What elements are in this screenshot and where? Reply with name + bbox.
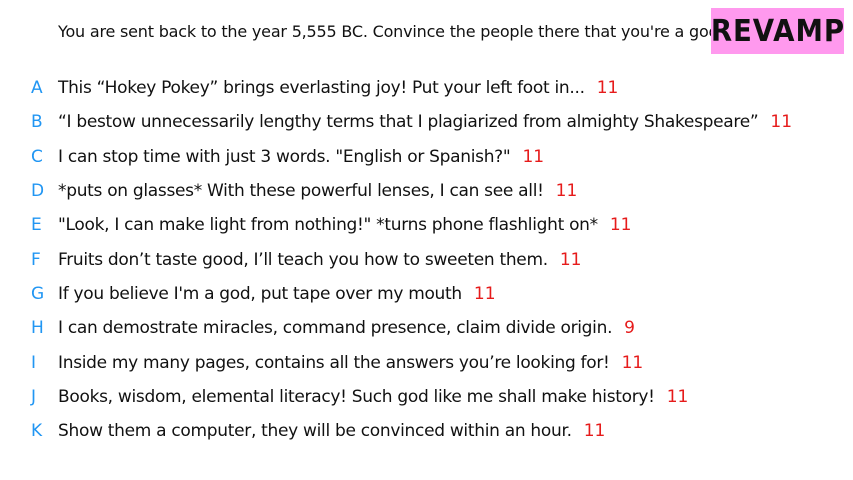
answer-letter: B [31,112,43,133]
answer-text: I can demostrate miracles, command prese… [58,318,613,339]
answer-letter: F [31,249,41,270]
answer-score: 11 [473,283,496,304]
answer-text: I can stop time with just 3 words. "Engl… [58,146,511,167]
answer-letter: C [31,146,43,167]
answer-row-i: I Inside my many pages, contains all the… [0,345,853,379]
revamp-badge-label: REVAMP [710,13,845,49]
answer-score: 11 [609,215,632,236]
answer-score: 11 [666,386,689,407]
answer-row-d: D *puts on glasses* With these powerful … [0,174,853,208]
answer-score: 11 [583,421,606,442]
revamp-badge: REVAMP [710,8,845,54]
answer-text: Inside my many pages, contains all the a… [58,352,610,373]
answer-letter: J [31,386,37,407]
answer-text: Books, wisdom, elemental literacy! Such … [58,386,655,407]
answer-letter: D [31,181,45,202]
answer-letter: G [31,283,45,304]
answer-text: “I bestow unnecessarily lengthy terms th… [58,112,759,133]
answer-score: 9 [624,318,635,339]
answer-row-a: A This “Hokey Pokey” brings everlasting … [0,71,853,105]
answer-score: 11 [596,78,619,99]
answer-text: Fruits don’t taste good, I’ll teach you … [58,249,548,270]
answer-score: 11 [621,352,644,373]
answer-letter: A [31,78,43,99]
answer-row-h: H I can demostrate miracles, command pre… [0,311,853,345]
answer-letter: K [31,421,43,442]
answer-score: 11 [555,181,578,202]
answer-text: If you believe I'm a god, put tape over … [58,283,462,304]
answer-text: "Look, I can make light from nothing!" *… [58,215,598,236]
answer-letter: E [31,215,42,236]
answer-text: Show them a computer, they will be convi… [58,421,572,442]
answer-row-j: J Books, wisdom, elemental literacy! Suc… [0,380,853,414]
answer-row-k: K Show them a computer, they will be con… [0,414,853,448]
answer-score: 11 [770,112,793,133]
answer-text: *puts on glasses* With these powerful le… [58,181,544,202]
answer-row-f: F Fruits don’t taste good, I’ll teach yo… [0,242,853,276]
answer-score: 11 [522,146,545,167]
answer-text: This “Hokey Pokey” brings everlasting jo… [58,78,585,99]
answer-letter: I [31,352,37,373]
answer-list: A This “Hokey Pokey” brings everlasting … [0,71,853,448]
answer-row-b: B “I bestow unnecessarily lengthy terms … [0,105,853,139]
answer-row-c: C I can stop time with just 3 words. "En… [0,140,853,174]
answer-letter: H [31,318,44,339]
answer-score: 11 [559,249,582,270]
answer-row-g: G If you believe I'm a god, put tape ove… [0,277,853,311]
prompt-title: You are sent back to the year 5,555 BC. … [58,22,724,41]
answer-row-e: E "Look, I can make light from nothing!"… [0,208,853,242]
